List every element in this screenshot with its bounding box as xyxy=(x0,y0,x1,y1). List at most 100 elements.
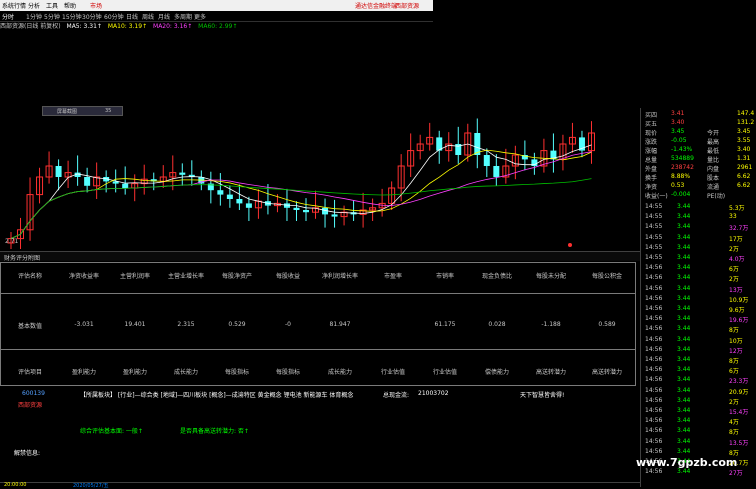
candle xyxy=(55,166,62,177)
period-tab[interactable]: 60分钟 xyxy=(104,12,124,21)
tick-row: 14:56 3.44 8万 xyxy=(645,325,739,335)
table-cell: 每股指标 xyxy=(224,369,249,376)
marker-dot xyxy=(568,243,572,247)
menu-item-analysis[interactable]: 分析 xyxy=(28,1,40,10)
quote-row: 净资 0.53 流通 6.62 xyxy=(645,182,751,191)
period-tab[interactable]: 多周期 xyxy=(174,12,192,21)
period-tab[interactable]: 更多 xyxy=(194,12,206,21)
table-header-cell: 主营利润率 xyxy=(119,273,150,280)
status-time: 20:00:00 xyxy=(4,482,27,488)
table-cell: 81.947 xyxy=(329,321,351,328)
quote-panel: 买四 3.41 147.4 买五 3.40 131.2 现价 3.45 今开 3.45 涨跌 -0.0… xyxy=(640,108,756,487)
quote-row: 买五 3.40 131.2 xyxy=(645,119,755,128)
table-cell: 成长能力 xyxy=(173,369,198,376)
period-tab[interactable]: 1分钟 xyxy=(26,12,42,21)
quote-row: 现价 3.45 今开 3.45 xyxy=(645,128,751,137)
unlock-info: 解禁信息: xyxy=(14,450,41,457)
menu-tab-market[interactable]: 市场 xyxy=(90,1,102,10)
period-tab[interactable]: 5分钟 xyxy=(44,12,60,21)
quote-row: 涨幅 -1.43% 最低 3.40 xyxy=(645,146,751,155)
tick-row: 14:56 3.44 12万 xyxy=(645,345,743,355)
title-bar xyxy=(433,0,756,11)
tick-row: 14:56 3.44 13.5万 xyxy=(645,437,749,447)
table-cell: 0.589 xyxy=(598,321,616,328)
table-cell: 行业估值 xyxy=(380,369,405,376)
table-cell: 高送转潜力 xyxy=(591,369,622,376)
table-header-cell: 净资收益率 xyxy=(68,273,99,280)
menu-item-help[interactable]: 帮助 xyxy=(64,1,76,10)
candle xyxy=(331,214,338,217)
table-cell: 61.175 xyxy=(434,321,456,328)
menu-item-system[interactable]: 系统行情 xyxy=(2,1,26,10)
tick-row: 14:56 3.44 13万 xyxy=(645,284,743,294)
tick-row: 14:55 3.44 32.7万 xyxy=(645,223,749,233)
tick-row: 14:56 3.44 8万 xyxy=(645,356,739,365)
candle xyxy=(245,203,252,208)
financial-score-table: 评估名称 净资收益率 主营利润率 主营业增长率 每股净资产 每股收益 净利润增长率 市盈率 市销… xyxy=(0,262,636,386)
period-tab[interactable]: 15分钟 xyxy=(62,12,82,21)
table-cell: 高送转潜力 xyxy=(535,369,566,376)
table-cell: 成长能力 xyxy=(327,369,352,376)
candlestick-chart[interactable]: 2.71 xyxy=(0,21,640,249)
period-tab[interactable]: 30分钟 xyxy=(82,12,102,21)
candle xyxy=(493,166,500,177)
slogan-text: 天下智慧皆舍得! xyxy=(520,392,565,399)
period-tab[interactable]: 分时 xyxy=(2,12,14,21)
sector-info: 【所属板块】 [行业]—综合类 [地域]—四川板块 [概念]—成渝特区 黄金概念… xyxy=(80,392,354,399)
tick-row: 14:56 3.44 10.9万 xyxy=(645,294,749,304)
tick-row: 14:56 3.44 6万 xyxy=(645,264,739,274)
tick-row: 14:56 3.44 8万 xyxy=(645,447,739,457)
tick-row: 14:56 3.44 8万 xyxy=(645,427,739,437)
candle xyxy=(84,177,91,186)
stock-link[interactable]: 西部资源 xyxy=(395,1,419,10)
table-cell: 评估项目 xyxy=(17,369,42,376)
candle xyxy=(483,155,490,166)
watermark-text: www.7gpzb.com xyxy=(636,456,738,469)
quote-row: 涨跌 -0.05 最高 3.55 xyxy=(645,137,751,146)
ma20-line xyxy=(10,151,592,239)
period-tab[interactable]: 月线 xyxy=(158,12,170,21)
period-tab[interactable]: 周线 xyxy=(142,12,154,21)
table-header-cell: 每股净资产 xyxy=(221,273,252,280)
candle xyxy=(226,194,233,199)
table-cell: 偿债能力 xyxy=(484,369,509,376)
table-header-cell: 市盈率 xyxy=(383,273,402,280)
cashflow-value: 21003702 xyxy=(418,390,449,397)
table-header-cell: 现金负债比 xyxy=(481,273,512,280)
table-cell: -0 xyxy=(285,321,291,328)
quote-row: 买四 3.41 147.4 xyxy=(645,110,755,119)
low-price-label: 2.71 xyxy=(5,238,19,245)
candle xyxy=(303,210,309,213)
tick-row: 14:56 3.44 27万 xyxy=(645,468,743,478)
cashflow-label: 总现金流: xyxy=(383,392,410,399)
tick-row: 14:55 3.44 4.0万 xyxy=(645,254,745,263)
tick-row: 14:55 3.44 5.3万 xyxy=(645,203,745,212)
table-cell: 2.315 xyxy=(177,321,195,328)
notice-text: 通达信金融终端 xyxy=(355,3,398,10)
stock-code: 600139 xyxy=(22,390,45,397)
table-cell: 基本数值 xyxy=(17,323,42,330)
tick-row: 14:56 3.44 10万 xyxy=(645,335,743,345)
table-cell: -1.188 xyxy=(541,321,561,328)
table-header-cell: 评估名称 xyxy=(17,273,42,280)
quote-row: 外盘 238742 内盘 2961 xyxy=(645,164,753,173)
quote-row: 总量 534889 量比 1.31 xyxy=(645,155,751,164)
tick-row: 14:56 3.44 4万 xyxy=(645,417,739,427)
table-cell: 0.028 xyxy=(488,321,506,328)
panel-header: 财务评分附图 xyxy=(0,251,640,262)
candle xyxy=(179,172,186,175)
table-header-cell: 净利润增长率 xyxy=(321,273,358,280)
candle xyxy=(293,207,300,210)
table-cell: 每股指标 xyxy=(275,369,300,376)
table-cell: 盈利能力 xyxy=(122,369,147,376)
tick-row: 14:56 3.44 23.3万 xyxy=(645,376,749,386)
tick-row: 14:56 3.44 2万 xyxy=(645,396,739,406)
tick-row: 14:56 3.44 2万 xyxy=(645,274,739,284)
tick-row: 14:56 3.44 6万 xyxy=(645,366,739,376)
quote-row: 换手 8.88% 股本 6.62 xyxy=(645,173,751,182)
ma60-line xyxy=(10,178,592,239)
period-tab[interactable]: 日线 xyxy=(126,12,138,21)
stock-info-area: 600139 西部资源 【所属板块】 [行业]—综合类 [地域]—四川板块 [概… xyxy=(0,386,640,489)
candle xyxy=(217,190,224,195)
menu-item-tools[interactable]: 工具 xyxy=(46,1,58,10)
